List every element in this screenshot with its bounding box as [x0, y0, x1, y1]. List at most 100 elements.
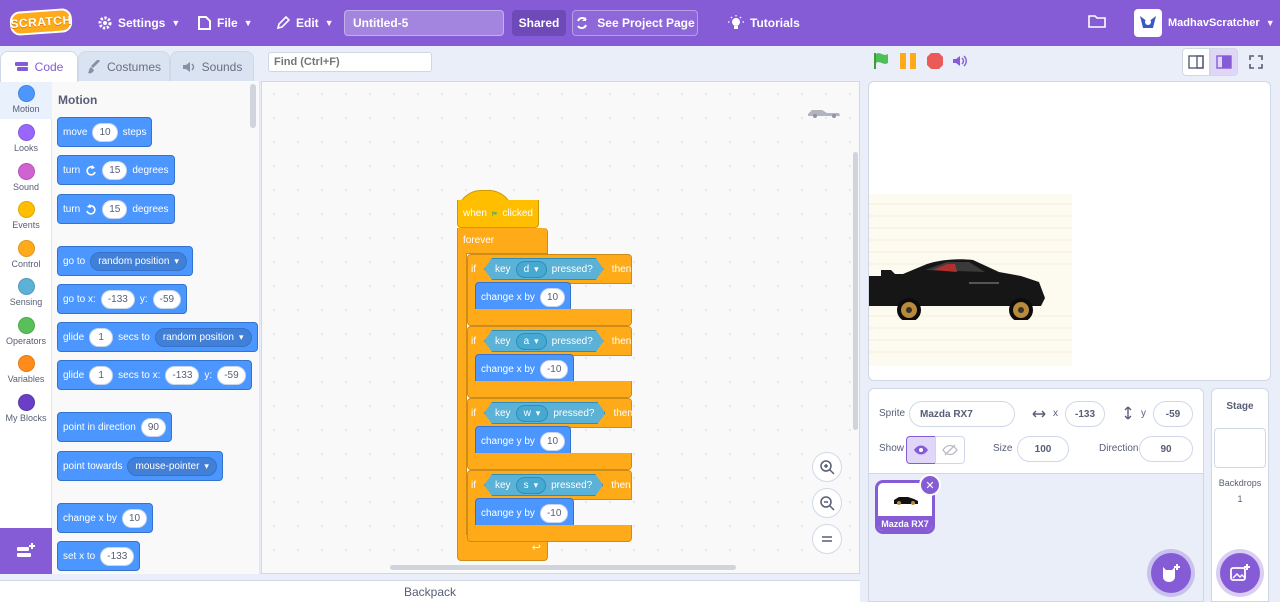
- delete-sprite-button[interactable]: ✕: [919, 474, 941, 496]
- block-change-x[interactable]: change x by 10: [57, 503, 154, 533]
- change-position-block[interactable]: change x by 10: [475, 282, 572, 312]
- stage-thumbnail[interactable]: [1214, 428, 1266, 468]
- block-input[interactable]: 15: [102, 199, 128, 219]
- category-motion[interactable]: Motion: [0, 81, 52, 119]
- category-my-blocks[interactable]: My Blocks: [0, 390, 52, 428]
- block-input[interactable]: 15: [102, 160, 128, 180]
- block-input[interactable]: -133: [100, 289, 135, 309]
- change-position-block[interactable]: change x by -10: [475, 354, 575, 384]
- category-variables[interactable]: Variables: [0, 351, 52, 389]
- zoom-in-button[interactable]: [812, 452, 842, 482]
- backpack[interactable]: Backpack: [0, 580, 860, 602]
- block-input[interactable]: 10: [121, 508, 148, 528]
- key-dropdown[interactable]: s: [516, 477, 547, 494]
- direction-input[interactable]: 90: [1139, 436, 1193, 462]
- block-go-to-xy[interactable]: go to x: -133 y: -59: [57, 284, 188, 314]
- vertical-scrollbar[interactable]: [853, 152, 858, 430]
- forever-block[interactable]: forever: [457, 228, 548, 254]
- y-input[interactable]: -59: [1153, 401, 1193, 427]
- block-move-steps[interactable]: move 10 steps: [57, 117, 153, 147]
- choose-backdrop-button[interactable]: [1220, 553, 1260, 593]
- settings-menu[interactable]: Settings ▼: [98, 0, 180, 46]
- shared-button[interactable]: Shared: [512, 10, 566, 36]
- category-control[interactable]: Control: [0, 236, 52, 274]
- block-input[interactable]: 90: [140, 417, 166, 437]
- my-stuff-folder-icon[interactable]: [1088, 13, 1106, 32]
- key-pressed-condition[interactable]: key d pressed?: [484, 258, 604, 280]
- sprite-name-input[interactable]: Mazda RX7: [909, 401, 1015, 427]
- key-dropdown[interactable]: d: [516, 261, 547, 278]
- key-pressed-condition[interactable]: key a pressed?: [484, 330, 604, 352]
- category-events[interactable]: Events: [0, 197, 52, 235]
- fullscreen-button[interactable]: [1242, 48, 1270, 76]
- if-key-pressed-block[interactable]: if key a pressed? then: [467, 326, 632, 356]
- block-input[interactable]: -133: [165, 365, 200, 385]
- block-go-to[interactable]: go to random position: [57, 246, 193, 276]
- file-label: File: [217, 16, 238, 30]
- show-sprite-button[interactable]: [906, 436, 936, 464]
- if-key-pressed-block[interactable]: if key s pressed? then: [467, 470, 632, 500]
- normal-stage-button[interactable]: [1210, 48, 1238, 76]
- find-input[interactable]: [268, 52, 432, 72]
- key-dropdown[interactable]: a: [516, 333, 547, 350]
- block-glide-xy[interactable]: glide 1 secs to x: -133 y: -59: [57, 360, 252, 390]
- if-key-pressed-block[interactable]: if key w pressed? then: [467, 398, 633, 428]
- horizontal-scrollbar[interactable]: [390, 565, 736, 570]
- block-dropdown[interactable]: mouse-pointer: [127, 456, 217, 476]
- size-input[interactable]: 100: [1017, 436, 1069, 462]
- block-dropdown[interactable]: random position: [154, 327, 252, 347]
- block-input[interactable]: -10: [539, 359, 569, 379]
- key-dropdown[interactable]: w: [516, 405, 549, 422]
- block-set-x[interactable]: set x to -133: [57, 541, 141, 571]
- tab-costumes[interactable]: Costumes: [78, 51, 170, 81]
- category-looks[interactable]: Looks: [0, 120, 52, 158]
- zoom-reset-button[interactable]: [812, 524, 842, 554]
- block-input[interactable]: -59: [152, 289, 182, 309]
- block-text: change x by: [63, 512, 117, 524]
- palette-scrollbar[interactable]: [250, 84, 256, 128]
- block-point-towards[interactable]: point towards mouse-pointer: [57, 451, 223, 481]
- file-menu[interactable]: File ▼: [198, 0, 253, 46]
- key-pressed-condition[interactable]: key s pressed?: [484, 474, 603, 496]
- block-glide[interactable]: glide 1 secs to random position: [57, 322, 258, 352]
- tab-sounds[interactable]: Sounds: [170, 51, 254, 81]
- block-input[interactable]: 10: [92, 122, 118, 142]
- choose-sprite-button[interactable]: [1151, 553, 1191, 593]
- block-input[interactable]: -59: [217, 365, 246, 385]
- mazda-rx7-sprite[interactable]: [869, 254, 1055, 320]
- green-flag-button[interactable]: [872, 52, 890, 70]
- pause-button[interactable]: [899, 52, 917, 70]
- block-dropdown[interactable]: random position: [90, 251, 187, 271]
- if-key-pressed-block[interactable]: if key d pressed? then: [467, 254, 632, 284]
- change-position-block[interactable]: change y by -10: [475, 498, 575, 528]
- block-turn-left[interactable]: turn 15 degrees: [57, 194, 175, 224]
- tutorials-button[interactable]: Tutorials: [728, 0, 800, 46]
- block-input[interactable]: 10: [539, 287, 566, 307]
- block-turn-right[interactable]: turn 15 degrees: [57, 155, 175, 185]
- block-input[interactable]: 10: [539, 431, 566, 451]
- key-pressed-condition[interactable]: key w pressed?: [484, 402, 605, 424]
- block-input[interactable]: -10: [539, 503, 569, 523]
- tab-code[interactable]: Code: [0, 51, 78, 82]
- edit-menu[interactable]: Edit ▼: [276, 0, 334, 46]
- stop-button[interactable]: [926, 52, 944, 70]
- category-operators[interactable]: Operators: [0, 313, 52, 351]
- hide-sprite-button[interactable]: [935, 436, 965, 464]
- zoom-out-button[interactable]: [812, 488, 842, 518]
- add-extension-button[interactable]: [0, 528, 52, 574]
- block-input[interactable]: -133: [100, 546, 135, 566]
- see-project-page-button[interactable]: See Project Page: [572, 10, 698, 36]
- change-position-block[interactable]: change y by 10: [475, 426, 572, 456]
- project-title-input[interactable]: [344, 10, 504, 36]
- x-input[interactable]: -133: [1065, 401, 1105, 427]
- small-stage-button[interactable]: [1182, 48, 1210, 76]
- block-input[interactable]: 1: [89, 365, 114, 385]
- category-sound[interactable]: Sound: [0, 159, 52, 197]
- scratch-logo[interactable]: SCRATCH: [9, 7, 73, 37]
- stage-canvas[interactable]: [868, 81, 1271, 381]
- account-menu[interactable]: MadhavScratcher ▼: [1134, 8, 1275, 38]
- category-sensing[interactable]: Sensing: [0, 274, 52, 312]
- block-input[interactable]: 1: [89, 327, 114, 347]
- block-point-in-direction[interactable]: point in direction 90: [57, 412, 172, 442]
- when-flag-clicked-block[interactable]: when clicked: [457, 200, 539, 228]
